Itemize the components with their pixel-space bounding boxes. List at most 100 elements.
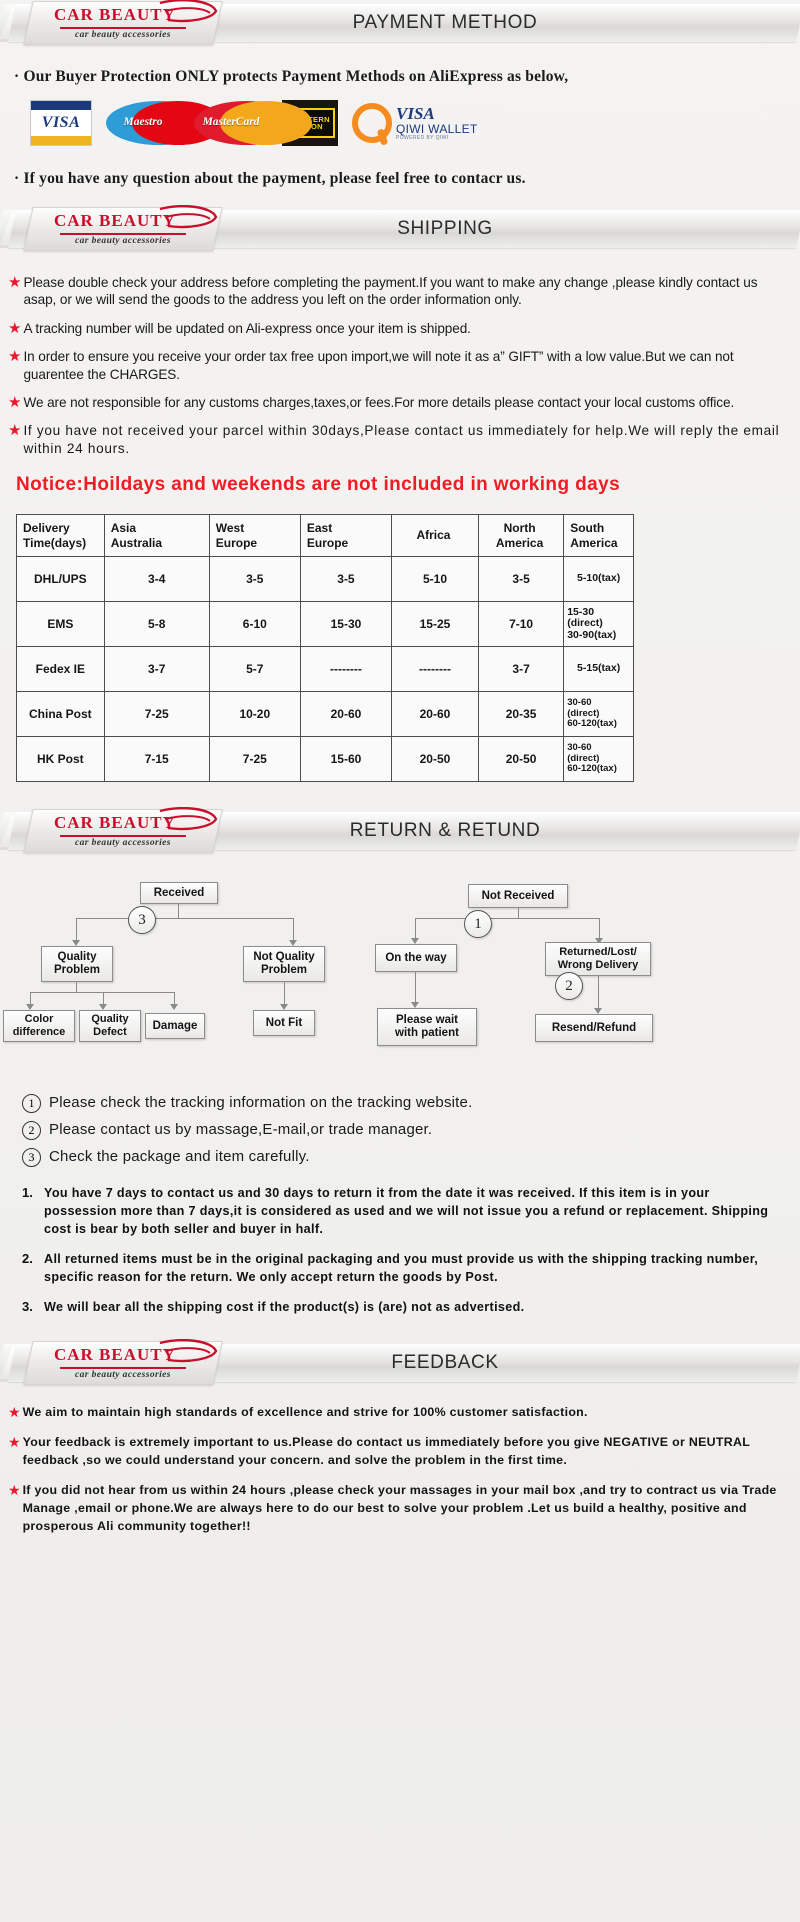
section-title-payment: PAYMENT METHOD bbox=[352, 12, 538, 33]
column-header-east-europe: East Europe bbox=[299, 514, 393, 558]
qiwi-wallet-logo: VISA QIWI WALLET POWERED BY QIWI bbox=[352, 103, 478, 143]
qiwi-q-icon bbox=[352, 103, 392, 143]
note-text: Check the package and item carefully. bbox=[49, 1148, 310, 1166]
return-numbered-notes: 1 Please check the tracking information … bbox=[0, 1090, 800, 1168]
policy-text: We will bear all the shipping cost if th… bbox=[44, 1299, 525, 1314]
flow-node-resend-refund: Resend/Refund bbox=[535, 1014, 653, 1043]
qiwi-visa-label: VISA bbox=[396, 104, 435, 124]
list-item: 2 Please contact us by massage,E-mail,or… bbox=[22, 1121, 800, 1141]
payment-intro-block: · Our Buyer Protection ONLY protects Pay… bbox=[0, 46, 800, 86]
cell-method: DHL/UPS bbox=[16, 556, 105, 603]
shipping-bullets: ★ Please double check your address befor… bbox=[0, 252, 800, 457]
policy-text: All returned items must be in the origin… bbox=[44, 1251, 759, 1284]
cell-value: 20-50 bbox=[391, 736, 479, 783]
note-text: Please contact us by massage,E-mail,or t… bbox=[49, 1121, 433, 1139]
policy-number: 2. bbox=[22, 1250, 33, 1266]
shipping-bullet-text: Please double check your address before … bbox=[23, 275, 758, 308]
flow-node-please-wait-with-patient: Please wait with patient bbox=[377, 1008, 477, 1047]
cell-method: China Post bbox=[16, 691, 105, 738]
cell-value: 20-60 bbox=[299, 691, 393, 738]
flow-node-returned-lost-wrong-delivery: Returned/Lost/ Wrong Delivery bbox=[545, 942, 651, 977]
list-item: ★ If you have not received your parcel w… bbox=[8, 422, 786, 457]
section-title-feedback: FEEDBACK bbox=[391, 1352, 499, 1374]
cell-value: 3-5 bbox=[477, 556, 565, 603]
cell-method: HK Post bbox=[16, 736, 105, 783]
list-item: ★ We aim to maintain high standards of e… bbox=[8, 1404, 786, 1422]
list-item: ★ A tracking number will be updated on A… bbox=[8, 320, 786, 337]
cell-value: 30-60 (direct) 60-120(tax) bbox=[563, 691, 634, 738]
return-flow-chart: Received 3 Quality Problem Not Quality P… bbox=[0, 860, 800, 1090]
shipping-bullet-text: We are not responsible for any customs c… bbox=[23, 394, 735, 410]
cell-value: -------- bbox=[391, 646, 479, 693]
flow-badge-3: 3 bbox=[128, 906, 156, 935]
list-item: 3 Check the package and item carefully. bbox=[22, 1148, 800, 1168]
cell-value: 7-15 bbox=[103, 736, 210, 783]
table-row: DHL/UPS 3-4 3-5 3-5 5-10 3-5 5-10(tax) bbox=[16, 556, 634, 603]
payment-outro-block: · If you have any question about the pay… bbox=[0, 156, 800, 206]
star-icon: ★ bbox=[8, 348, 22, 366]
shipping-bullet-text: A tracking number will be updated on Ali… bbox=[23, 320, 471, 336]
shipping-bullet-text: In order to ensure you receive your orde… bbox=[23, 349, 734, 382]
cell-value: 3-7 bbox=[103, 646, 210, 693]
qiwi-wallet-label: QIWI WALLET bbox=[396, 122, 478, 136]
flow-node-received: Received bbox=[140, 882, 218, 905]
payment-outro-text: · If you have any question about the pay… bbox=[14, 170, 526, 187]
flow-node-not-quality-problem: Not Quality Problem bbox=[243, 946, 325, 983]
cell-value: 15-25 bbox=[391, 601, 479, 648]
cell-value: 5-10 bbox=[391, 556, 479, 603]
payment-intro-text: · Our Buyer Protection ONLY protects Pay… bbox=[14, 68, 569, 85]
star-icon: ★ bbox=[8, 319, 22, 337]
column-header-north-america: North America bbox=[477, 514, 565, 558]
cell-value: 5-10(tax) bbox=[563, 556, 634, 603]
column-header-west-europe: West Europe bbox=[208, 514, 301, 558]
qiwi-powered-label: POWERED BY QIWI bbox=[396, 134, 449, 141]
cell-value: 10-20 bbox=[208, 691, 301, 738]
cell-value: 15-30 (direct) 30-90(tax) bbox=[563, 601, 634, 648]
list-item: 2. All returned items must be in the ori… bbox=[22, 1251, 786, 1287]
flow-node-quality-defect: Quality Defect bbox=[79, 1010, 141, 1043]
return-policy-list: 1. You have 7 days to contact us and 30 … bbox=[0, 1175, 800, 1316]
star-icon: ★ bbox=[8, 274, 22, 291]
policy-number: 3. bbox=[22, 1298, 33, 1314]
feedback-text: If you did not hear from us within 24 ho… bbox=[22, 1483, 777, 1534]
cell-value: 5-15(tax) bbox=[563, 646, 634, 693]
section-banner-return: CAR BEAUTY car beauty accessories RETURN… bbox=[0, 806, 800, 854]
star-icon: ★ bbox=[8, 1482, 21, 1499]
maestro-logo: Maestro bbox=[106, 100, 224, 146]
cell-value: 3-7 bbox=[477, 646, 565, 693]
cell-value: 7-10 bbox=[477, 601, 565, 648]
cell-method: Fedex IE bbox=[16, 646, 105, 693]
list-item: ★ Please double check your address befor… bbox=[8, 274, 786, 309]
section-title-return: RETURN & RETUND bbox=[349, 820, 541, 842]
table-row: Fedex IE 3-7 5-7 -------- -------- 3-7 5… bbox=[16, 646, 634, 693]
delivery-time-table: Delivery Time(days) Asia Australia West … bbox=[16, 514, 634, 783]
section-banner-feedback: CAR BEAUTY car beauty accessories FEEDBA… bbox=[0, 1339, 800, 1386]
flow-badge-1: 1 bbox=[464, 910, 492, 939]
cell-value: 20-60 bbox=[391, 691, 479, 738]
feedback-list: ★ We aim to maintain high standards of e… bbox=[0, 1386, 800, 1568]
shipping-notice: Notice:Hoildays and weekends are not inc… bbox=[16, 474, 621, 496]
list-item: ★ If you did not hear from us within 24 … bbox=[8, 1482, 786, 1536]
flow-node-color-difference: Color difference bbox=[3, 1010, 75, 1043]
cell-value: 20-50 bbox=[477, 736, 565, 783]
star-icon: ★ bbox=[8, 1434, 21, 1451]
visa-logo-label: VISA bbox=[41, 114, 81, 131]
cell-value: 6-10 bbox=[208, 601, 301, 648]
cell-value: 3-4 bbox=[103, 556, 210, 603]
cell-value: 20-35 bbox=[477, 691, 565, 738]
flow-node-damage: Damage bbox=[145, 1013, 205, 1040]
note-text: Please check the tracking information on… bbox=[49, 1094, 473, 1112]
table-row: China Post 7-25 10-20 20-60 20-60 20-35 … bbox=[16, 691, 634, 738]
maestro-logo-label: Maestro bbox=[123, 116, 163, 128]
column-header-asia-australia: Asia Australia bbox=[103, 514, 210, 558]
star-icon: ★ bbox=[8, 1404, 21, 1421]
cell-value: 3-5 bbox=[299, 556, 393, 603]
payment-logos-row: VISA Maestro MasterCard WESTERN UNION VI… bbox=[0, 86, 800, 156]
cell-value: 15-30 bbox=[299, 601, 393, 648]
flow-node-not-received: Not Received bbox=[468, 884, 568, 909]
cell-value: 7-25 bbox=[208, 736, 301, 783]
visa-logo: VISA bbox=[30, 100, 92, 146]
column-header-south-america: South America bbox=[563, 514, 634, 558]
list-item: 1 Please check the tracking information … bbox=[22, 1094, 800, 1114]
table-header-row: Delivery Time(days) Asia Australia West … bbox=[16, 514, 634, 558]
